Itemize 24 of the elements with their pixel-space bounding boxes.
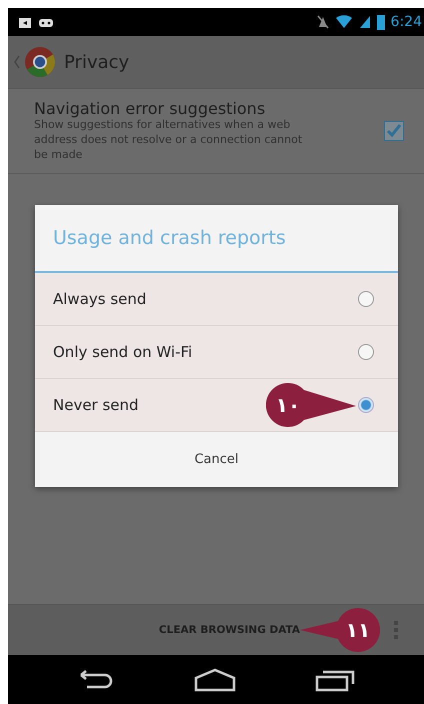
checkbox[interactable] <box>384 120 404 141</box>
wifi-icon <box>334 15 353 29</box>
radio-button[interactable] <box>358 397 374 413</box>
radio-button[interactable] <box>358 291 374 307</box>
setting-summary: Show suggestions for alternatives when a web address does not resolve or a connection cannot be made <box>34 118 304 163</box>
option-label: Only send on Wi-Fi <box>53 343 192 361</box>
callout-marker: ١٠ <box>266 383 358 427</box>
option-row[interactable]: Only send on Wi-Fi <box>35 326 398 379</box>
radio-button[interactable] <box>358 344 374 360</box>
setting-title: Navigation error suggestions <box>34 99 266 118</box>
status-time: 6:24 <box>390 14 422 30</box>
callout-marker: ١١ <box>300 608 380 652</box>
option-label: Never send <box>53 396 139 414</box>
screen-title: Privacy <box>64 52 130 72</box>
option-label: Always send <box>53 290 146 308</box>
robot-icon <box>38 16 54 28</box>
mute-icon <box>316 15 329 29</box>
option-row[interactable]: Always send <box>35 273 398 326</box>
browser-logo-icon <box>24 46 56 78</box>
cancel-button[interactable]: Cancel <box>35 432 398 487</box>
signal-icon <box>358 15 371 29</box>
battery-icon <box>376 14 385 30</box>
back-caret-icon[interactable] <box>14 55 20 69</box>
home-icon[interactable] <box>194 668 236 692</box>
